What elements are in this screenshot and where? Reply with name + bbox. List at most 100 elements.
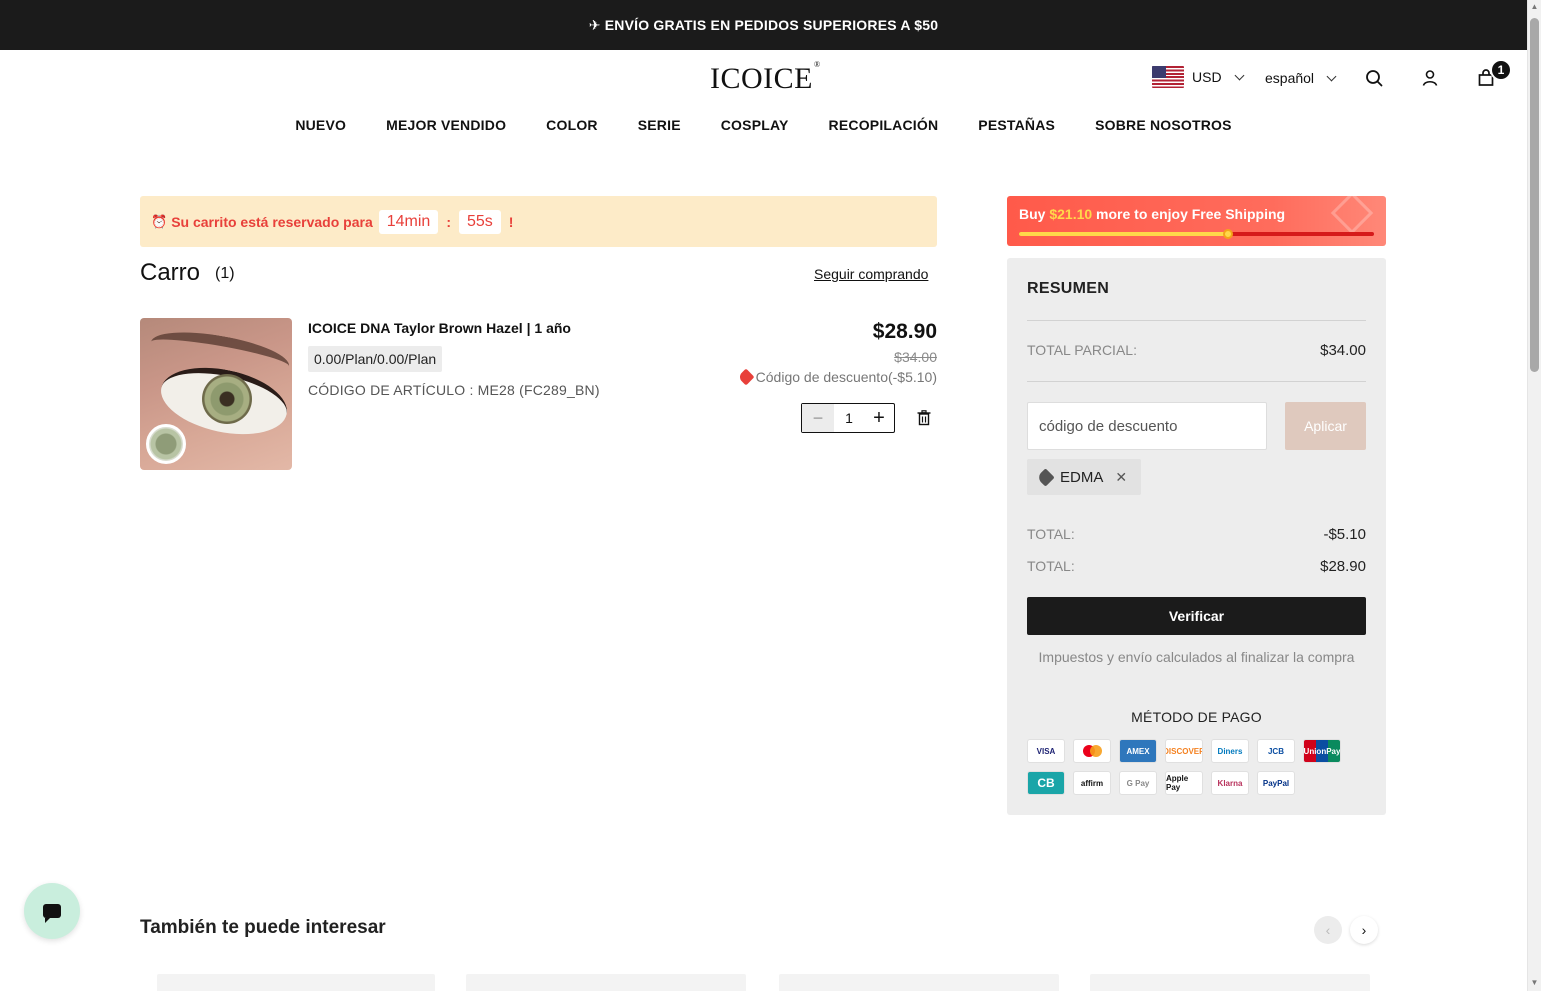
recommended-product-card[interactable] xyxy=(466,974,746,991)
payment-methods-title: MÉTODO DE PAGO xyxy=(1131,709,1262,725)
nav-item-cosplay[interactable]: COSPLAY xyxy=(721,117,789,133)
payment-unionpay-icon: UnionPay xyxy=(1303,739,1341,763)
discount-row: TOTAL: -$5.10 xyxy=(1027,526,1366,543)
payment-jcb-icon: JCB xyxy=(1257,739,1295,763)
timer-suffix: ! xyxy=(508,213,514,230)
applied-code: EDMA xyxy=(1060,468,1104,486)
summary-title: RESUMEN xyxy=(1027,280,1110,297)
nav-item-sobre-nosotros[interactable]: SOBRE NOSOTROS xyxy=(1095,117,1232,133)
chevron-down-icon xyxy=(1326,71,1337,81)
cart-item-count: (1) xyxy=(215,265,235,282)
nav-item-mejor-vendido[interactable]: MEJOR VENDIDO xyxy=(386,117,506,133)
logo-trademark: ® xyxy=(814,60,821,69)
recommendations-title: También te puede interesar xyxy=(140,917,386,938)
cart-reservation-timer: ⏰ Su carrito está reservado para 14min :… xyxy=(140,196,937,247)
shipping-amount: $21.10 xyxy=(1049,206,1093,222)
page-scrollbar[interactable]: ▲ ▼ xyxy=(1527,0,1541,991)
cart-count-badge: 1 xyxy=(1490,59,1512,81)
continue-shopping-link[interactable]: Seguir comprando xyxy=(814,266,928,282)
remove-code-icon[interactable]: ✕ xyxy=(1115,469,1127,486)
scroll-down-arrow-icon[interactable]: ▼ xyxy=(1530,978,1539,987)
chat-button[interactable] xyxy=(24,883,80,939)
nav-item-color[interactable]: COLOR xyxy=(546,117,598,133)
product-variant: 0.00/Plan/0.00/Plan xyxy=(308,346,443,372)
decorative-diamond xyxy=(1330,196,1374,235)
payment-amex-icon: AMEX xyxy=(1119,739,1157,763)
quantity-stepper: − 1 + xyxy=(801,403,895,433)
subtotal-value: $34.00 xyxy=(1320,342,1366,359)
free-shipping-text: Buy $21.10 more to enjoy Free Shipping xyxy=(1019,206,1285,222)
shipping-progress-track xyxy=(1019,229,1374,239)
trash-icon[interactable] xyxy=(917,410,931,426)
nav-item-serie[interactable]: SERIE xyxy=(638,117,681,133)
payment-discover-icon: DISCOVER xyxy=(1165,739,1203,763)
nav-item-pestanas[interactable]: PESTAÑAS xyxy=(978,117,1055,133)
item-price: $28.90 xyxy=(872,320,937,343)
free-shipping-banner: Buy $21.10 more to enjoy Free Shipping xyxy=(1007,196,1386,246)
subtotal-label: TOTAL PARCIAL: xyxy=(1027,342,1137,358)
shipping-text-post: more to enjoy Free Shipping xyxy=(1092,206,1286,222)
announcement-bar: ✈ ENVÍO GRATIS EN PEDIDOS SUPERIORES A $… xyxy=(0,0,1527,50)
nav-item-nuevo[interactable]: NUEVO xyxy=(295,117,346,133)
total-label: TOTAL: xyxy=(1027,558,1075,574)
cart-title: Carro xyxy=(140,259,201,286)
payment-methods: VISA AMEX DISCOVER Diners JCB UnionPay CB affir… xyxy=(1027,739,1357,795)
payment-apple-pay-icon: Apple Pay xyxy=(1165,771,1203,795)
quantity-increase-button[interactable]: + xyxy=(864,404,894,432)
chat-icon xyxy=(43,904,61,923)
timer-seconds: 55s xyxy=(458,209,501,234)
quantity-value[interactable]: 1 xyxy=(834,410,864,426)
recommended-product-card[interactable] xyxy=(1090,974,1370,991)
apply-discount-button[interactable]: Aplicar xyxy=(1285,402,1366,450)
shipping-progress-knob xyxy=(1223,229,1234,239)
quantity-decrease-button[interactable]: − xyxy=(802,404,834,432)
logo-text: ICOICE xyxy=(710,62,813,95)
subtotal-row: TOTAL PARCIAL: $34.00 xyxy=(1027,342,1366,359)
search-icon[interactable] xyxy=(1364,68,1384,88)
main-nav: NUEVO MEJOR VENDIDO COLOR SERIE COSPLAY … xyxy=(0,117,1527,133)
scrollbar-thumb[interactable] xyxy=(1530,18,1539,372)
product-name[interactable]: ICOICE DNA Taylor Brown Hazel | 1 año xyxy=(308,320,571,336)
chevron-right-icon: › xyxy=(1361,922,1367,938)
payment-diners-icon: Diners xyxy=(1211,739,1249,763)
recommended-product-card[interactable] xyxy=(157,974,435,991)
product-sku: CÓDIGO DE ARTÍCULO : ME28 (FC289_BN) xyxy=(308,382,600,398)
site-logo[interactable]: ICOICE® xyxy=(710,60,821,96)
account-icon[interactable] xyxy=(1420,68,1440,88)
language-label: español xyxy=(1265,70,1315,86)
payment-g-pay-icon: G Pay xyxy=(1119,771,1157,795)
checkout-button[interactable]: Verificar xyxy=(1027,597,1366,635)
payment-paypal-icon: PayPal xyxy=(1257,771,1295,795)
alarm-clock-icon: ⏰ xyxy=(151,213,168,229)
lens-swatch xyxy=(146,424,186,464)
shipping-text-pre: Buy xyxy=(1019,206,1050,222)
nav-item-recopilacion[interactable]: RECOPILACIÓN xyxy=(829,117,939,133)
us-flag-icon xyxy=(1152,66,1184,88)
scroll-up-arrow-icon[interactable]: ▲ xyxy=(1530,2,1539,11)
item-discount: Código de descuento(-$5.10) xyxy=(737,368,937,386)
item-discount-text: Código de descuento(-$5.10) xyxy=(755,369,937,385)
order-summary: RESUMEN TOTAL PARCIAL: $34.00 Aplicar ED… xyxy=(1007,258,1386,815)
payment-visa-icon: VISA xyxy=(1027,739,1065,763)
divider xyxy=(1027,320,1366,321)
applied-code-chip: EDMA ✕ xyxy=(1027,459,1142,495)
carousel-next-button[interactable]: › xyxy=(1350,916,1378,944)
payment-cb-icon: CB xyxy=(1027,771,1065,795)
discount-code-input[interactable] xyxy=(1027,402,1267,450)
currency-selector[interactable]: USD xyxy=(1152,66,1245,88)
announcement-text: ENVÍO GRATIS EN PEDIDOS SUPERIORES A $50 xyxy=(604,17,939,33)
language-selector[interactable]: español xyxy=(1265,70,1337,86)
discount-label: TOTAL: xyxy=(1027,526,1075,542)
product-image[interactable] xyxy=(140,318,292,470)
currency-label: USD xyxy=(1192,69,1222,85)
item-original-price: $34.00 xyxy=(894,349,937,365)
tax-note: Impuestos y envío calculados al finaliza… xyxy=(1038,649,1355,665)
payment-affirm-icon: affirm xyxy=(1073,771,1111,795)
timer-minutes: 14min xyxy=(378,209,439,234)
chevron-left-icon: ‹ xyxy=(1325,922,1331,938)
airplane-icon: ✈ xyxy=(588,16,601,33)
carousel-prev-button[interactable]: ‹ xyxy=(1314,916,1342,944)
payment-mastercard-icon xyxy=(1073,739,1111,763)
recommended-product-card[interactable] xyxy=(779,974,1059,991)
total-row: TOTAL: $28.90 xyxy=(1027,558,1366,575)
